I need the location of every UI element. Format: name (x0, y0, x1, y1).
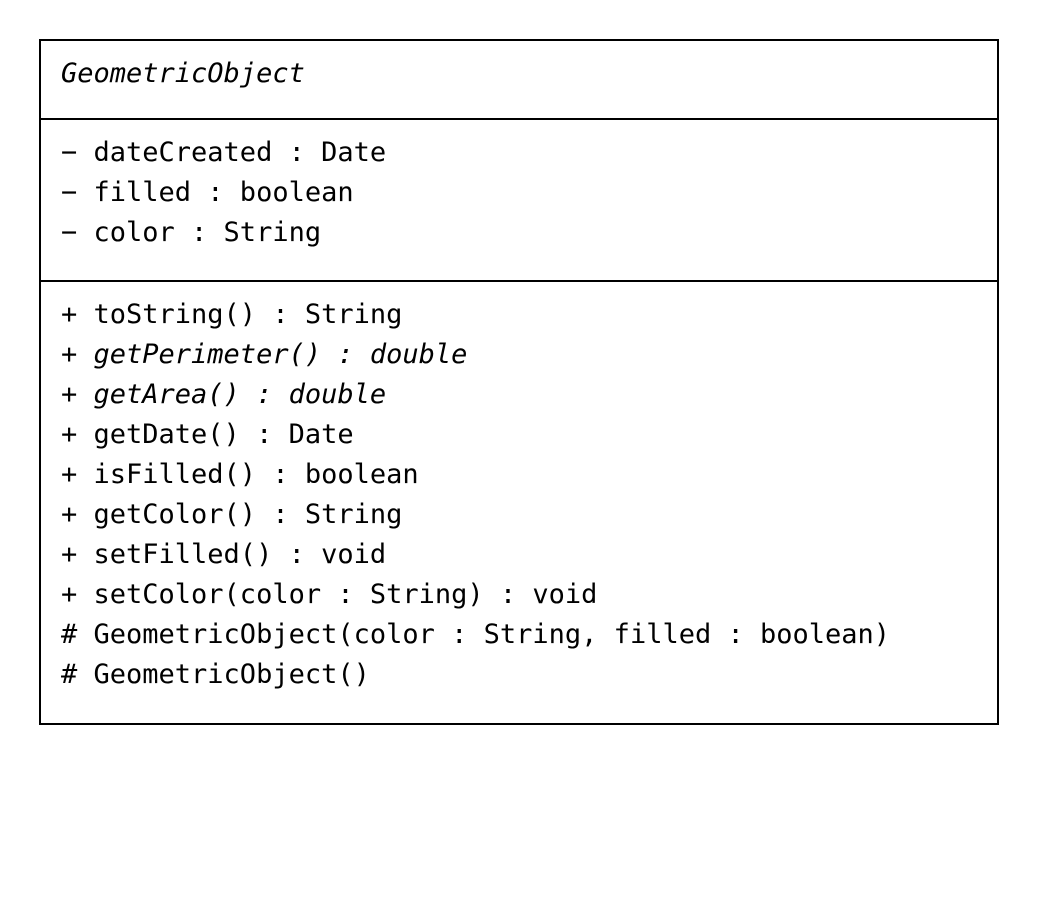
operation-setfilled: + setFilled() : void (61, 539, 387, 570)
attribute-filled: − filled : boolean (61, 177, 354, 208)
operation-getperimeter: + getPerimeter() : double (61, 339, 468, 370)
attributes-compartment: − dateCreated : Date − filled : boolean … (41, 120, 997, 282)
operation-getdate: + getDate() : Date (61, 419, 354, 450)
class-name: GeometricObject (61, 58, 305, 89)
operation-isfilled: + isFilled() : boolean (61, 459, 419, 490)
operation-constructor-args: # GeometricObject(color : String, filled… (61, 619, 891, 650)
class-name-compartment: GeometricObject (41, 41, 997, 120)
operation-getcolor: + getColor() : String (61, 499, 403, 530)
attribute-color: − color : String (61, 217, 322, 248)
operation-constructor-default: # GeometricObject() (61, 659, 370, 690)
operation-tostring: + toString() : String (61, 299, 403, 330)
uml-class-box: GeometricObject − dateCreated : Date − f… (39, 39, 999, 725)
operation-setcolor: + setColor(color : String) : void (61, 579, 598, 610)
attribute-datecreated: − dateCreated : Date (61, 137, 387, 168)
operation-getarea: + getArea() : double (61, 379, 387, 410)
operations-compartment: + toString() : String + getPerimeter() :… (41, 282, 997, 723)
